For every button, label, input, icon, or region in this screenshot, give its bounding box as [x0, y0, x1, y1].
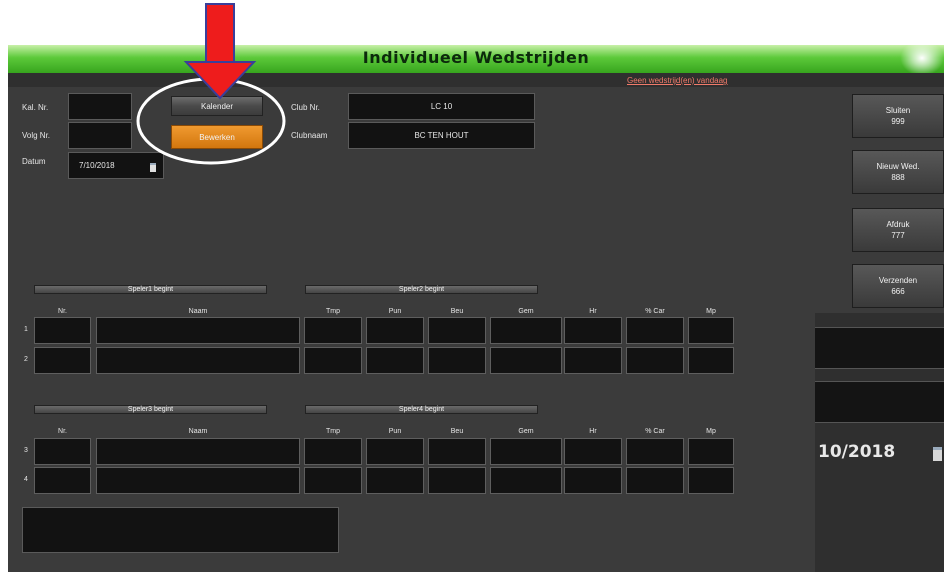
highlight-ellipse: [136, 77, 286, 165]
annotation-overlay: [136, 3, 286, 165]
